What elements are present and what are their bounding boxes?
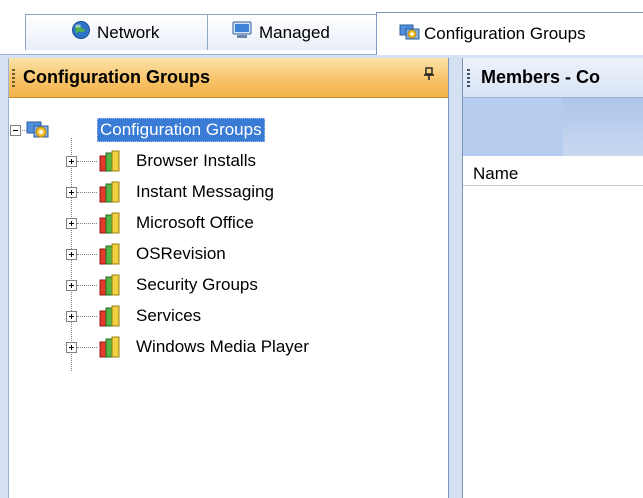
group-icon: [99, 149, 121, 178]
group-icon: [99, 304, 121, 333]
tree-item-security-groups[interactable]: Security Groups: [9, 270, 448, 300]
group-by-segment: [463, 98, 563, 156]
tree-line: [77, 316, 97, 317]
tree-line: [77, 254, 97, 255]
config-groups-icon: [26, 118, 52, 147]
tree-item-label: Security Groups: [136, 275, 258, 294]
tree-item-instant-messaging[interactable]: Instant Messaging: [9, 177, 448, 207]
right-pane-frame: [449, 58, 463, 498]
tree-item-windows-media-player[interactable]: Windows Media Player: [9, 332, 448, 362]
tab-label: Managed: [259, 22, 330, 42]
group-icon: [99, 242, 121, 271]
tree-root-item[interactable]: Configuration Groups: [9, 115, 448, 145]
tree-item-browser-installs[interactable]: Browser Installs: [9, 146, 448, 176]
tree-item-label: Browser Installs: [136, 151, 256, 170]
left-pane-frame: [0, 58, 9, 498]
configuration-groups-tree[interactable]: Configuration Groups Browser Installs In…: [9, 98, 448, 498]
tree-item-label: Services: [136, 306, 202, 325]
left-pane-title: Configuration Groups: [23, 67, 210, 87]
tab-strip: Network Managed Configuration Groups: [0, 0, 643, 55]
expand-toggle[interactable]: [66, 342, 77, 353]
left-pane-header: Configuration Groups: [9, 58, 448, 98]
group-icon: [99, 180, 121, 209]
tree-line: [77, 192, 97, 193]
tab-configuration-groups[interactable]: Configuration Groups: [376, 12, 643, 55]
tree-item-label: Microsoft Office: [136, 213, 254, 232]
collapse-toggle[interactable]: [10, 125, 21, 136]
tree-line: [77, 347, 97, 348]
members-pane-title: Members - Co: [481, 67, 601, 87]
column-header-name[interactable]: Name: [463, 156, 643, 186]
tab-label: Configuration Groups: [424, 24, 586, 43]
drag-grip-icon[interactable]: [467, 69, 470, 89]
tree-item-label: OSRevision: [136, 244, 226, 263]
pin-icon[interactable]: [424, 66, 434, 86]
members-pane-header: Members - Co: [463, 58, 643, 98]
expand-toggle[interactable]: [66, 187, 77, 198]
tree-item-label: Windows Media Player: [136, 337, 309, 356]
tab-managed[interactable]: Managed: [207, 14, 377, 50]
config-groups-icon: [399, 22, 421, 47]
tree-item-services[interactable]: Services: [9, 301, 448, 331]
group-icon: [99, 335, 121, 364]
tree-item-osrevision[interactable]: OSRevision: [9, 239, 448, 269]
group-by-area[interactable]: [463, 98, 643, 156]
expand-toggle[interactable]: [66, 311, 77, 322]
expand-toggle[interactable]: [66, 280, 77, 291]
tree-line: [77, 223, 97, 224]
tab-label: Network: [97, 22, 160, 42]
column-header-label: Name: [473, 164, 519, 183]
tree-item-label: Instant Messaging: [136, 182, 274, 201]
expand-toggle[interactable]: [66, 249, 77, 260]
group-icon: [99, 273, 121, 302]
tree-item-microsoft-office[interactable]: Microsoft Office: [9, 208, 448, 238]
tree-line: [77, 161, 97, 162]
computer-icon: [231, 20, 253, 45]
configuration-groups-pane: Configuration Groups Configuration Group…: [9, 58, 449, 498]
drag-grip-icon[interactable]: [12, 69, 15, 89]
members-list[interactable]: [463, 186, 643, 498]
group-icon: [99, 211, 121, 240]
expand-toggle[interactable]: [66, 156, 77, 167]
expand-toggle[interactable]: [66, 218, 77, 229]
globe-icon: [71, 20, 91, 45]
tab-network[interactable]: Network: [25, 14, 211, 50]
tree-line: [77, 285, 97, 286]
tree-root-label: Configuration Groups: [97, 118, 265, 142]
